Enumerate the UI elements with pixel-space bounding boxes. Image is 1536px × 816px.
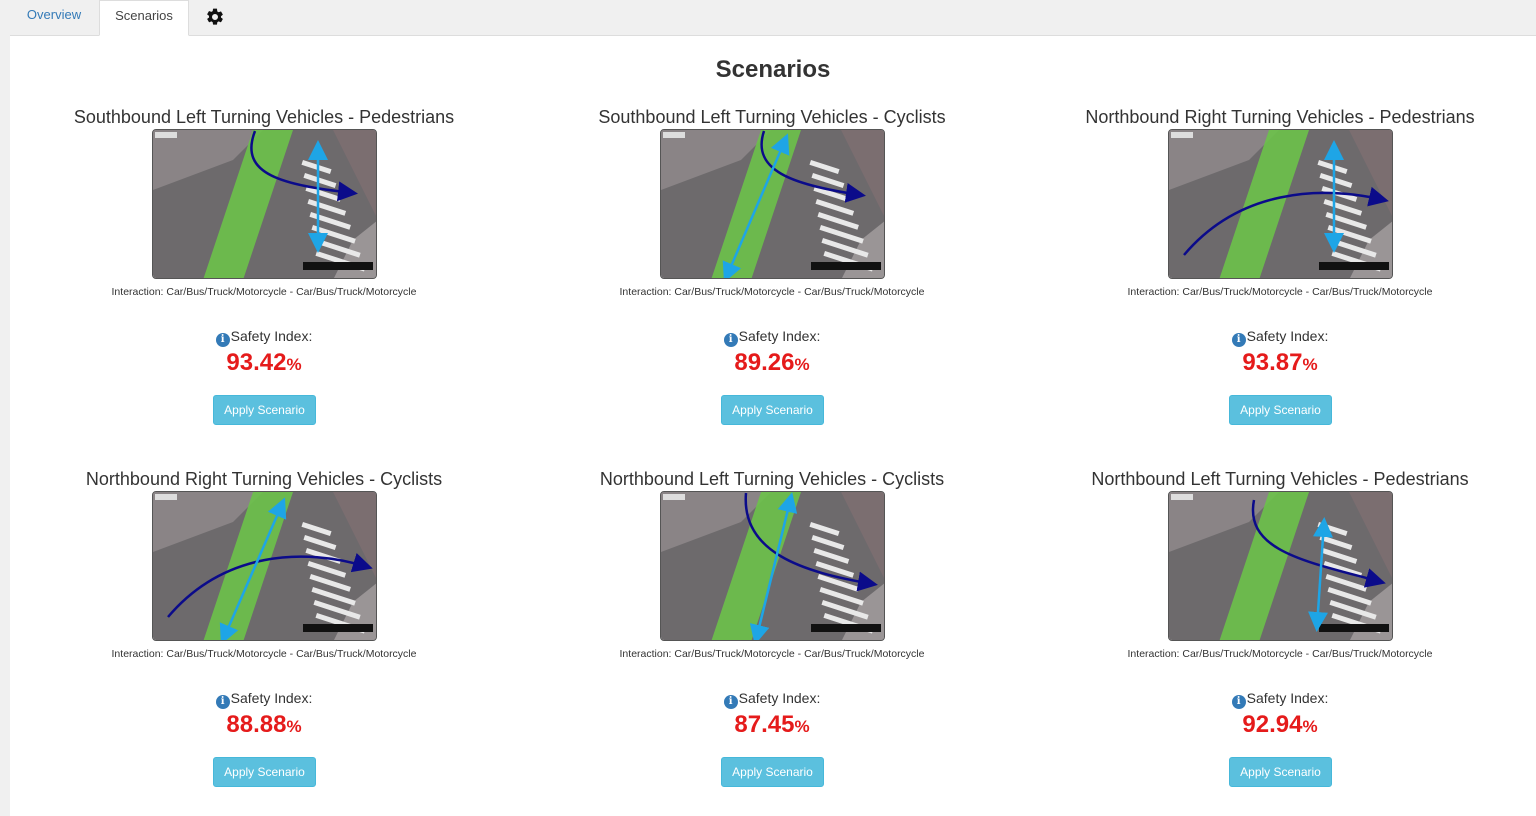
- safety-index-label: Safety Index:: [230, 328, 313, 344]
- safety-index-value: 93.87%: [1026, 349, 1534, 377]
- safety-index-label-row: i Safety Index:: [10, 690, 518, 709]
- info-icon[interactable]: i: [1231, 695, 1246, 709]
- safety-index-value: 92.94%: [1026, 711, 1534, 739]
- apply-scenario-button[interactable]: Apply Scenario: [213, 395, 316, 425]
- safety-index-unit: %: [1302, 717, 1318, 736]
- interaction-text: Interaction: Car/Bus/Truck/Motorcycle - …: [619, 286, 925, 298]
- info-icon[interactable]: i: [723, 333, 738, 347]
- apply-scenario-button[interactable]: Apply Scenario: [721, 395, 824, 425]
- scenario-title: Northbound Left Turning Vehicles - Pedes…: [1091, 469, 1469, 489]
- safety-index-label-row: i Safety Index:: [518, 690, 1026, 709]
- interaction-text: Interaction: Car/Bus/Truck/Motorcycle - …: [111, 648, 417, 660]
- safety-index-label-row: i Safety Index:: [1026, 328, 1534, 347]
- safety-index-label: Safety Index:: [230, 690, 313, 706]
- scenario-image-frame: [152, 491, 377, 641]
- safety-index-number: 88.88: [226, 711, 287, 738]
- tab-scenarios[interactable]: Scenarios: [99, 0, 189, 36]
- scenario-image-frame: [152, 129, 377, 279]
- gear-icon: [207, 8, 223, 25]
- safety-index-number: 92.94: [1242, 711, 1303, 738]
- safety-index-number: 93.42: [226, 349, 287, 376]
- tab-settings[interactable]: [196, 0, 234, 36]
- safety-index-value: 93.42%: [10, 349, 518, 377]
- safety-index-number: 87.45: [734, 711, 795, 738]
- safety-index-number: 89.26: [734, 349, 795, 376]
- safety-index-number: 93.87: [1242, 349, 1303, 376]
- scenario-title: Southbound Left Turning Vehicles - Cycli…: [598, 107, 946, 127]
- scenarios-panel: Scenarios Southbound Left Turning Vehicl…: [10, 36, 1536, 816]
- apply-scenario-button[interactable]: Apply Scenario: [1229, 395, 1332, 425]
- safety-index-label-row: i Safety Index:: [1026, 690, 1534, 709]
- scenario-camera-image: [1169, 130, 1392, 278]
- safety-index-unit: %: [1302, 355, 1318, 374]
- safety-index-value: 88.88%: [10, 711, 518, 739]
- interaction-text: Interaction: Car/Bus/Truck/Motorcycle - …: [111, 286, 417, 298]
- scenario-image-frame: [1168, 491, 1393, 641]
- scenario-title: Northbound Left Turning Vehicles - Cycli…: [599, 469, 945, 489]
- interaction-text: Interaction: Car/Bus/Truck/Motorcycle - …: [1127, 648, 1433, 660]
- scenario-title: Northbound Right Turning Vehicles - Cycl…: [85, 469, 443, 489]
- apply-scenario-button[interactable]: Apply Scenario: [1229, 757, 1332, 787]
- interaction-text: Interaction: Car/Bus/Truck/Motorcycle - …: [619, 648, 925, 660]
- scenario-image-frame: [660, 129, 885, 279]
- info-icon[interactable]: i: [1231, 333, 1246, 347]
- scenario-camera-image: [661, 492, 884, 640]
- info-icon[interactable]: i: [215, 695, 230, 709]
- safety-index-label-row: i Safety Index:: [518, 328, 1026, 347]
- safety-index-label: Safety Index:: [1246, 690, 1329, 706]
- safety-index-label: Safety Index:: [738, 690, 821, 706]
- scenario-title: Southbound Left Turning Vehicles - Pedes…: [73, 107, 455, 127]
- tab-overview[interactable]: Overview: [10, 0, 98, 36]
- info-icon[interactable]: i: [215, 333, 230, 347]
- scenario-camera-image: [153, 130, 376, 278]
- safety-index-unit: %: [794, 717, 810, 736]
- info-icon[interactable]: i: [723, 695, 738, 709]
- interaction-text: Interaction: Car/Bus/Truck/Motorcycle - …: [1127, 286, 1433, 298]
- apply-scenario-button[interactable]: Apply Scenario: [213, 757, 316, 787]
- scenario-title: Northbound Right Turning Vehicles - Pede…: [1085, 107, 1475, 127]
- tab-bar: Overview Scenarios: [0, 0, 1536, 36]
- safety-index-label-row: i Safety Index:: [10, 328, 518, 347]
- safety-index-unit: %: [286, 355, 302, 374]
- safety-index-unit: %: [286, 717, 302, 736]
- page-title: Scenarios: [715, 56, 831, 83]
- safety-index-value: 89.26%: [518, 349, 1026, 377]
- scenario-camera-image: [153, 492, 376, 640]
- scenario-camera-image: [661, 130, 884, 278]
- scenario-camera-image: [1169, 492, 1392, 640]
- safety-index-label: Safety Index:: [738, 328, 821, 344]
- scenario-image-frame: [660, 491, 885, 641]
- apply-scenario-button[interactable]: Apply Scenario: [721, 757, 824, 787]
- safety-index-label: Safety Index:: [1246, 328, 1329, 344]
- scenario-image-frame: [1168, 129, 1393, 279]
- safety-index-unit: %: [794, 355, 810, 374]
- safety-index-value: 87.45%: [518, 711, 1026, 739]
